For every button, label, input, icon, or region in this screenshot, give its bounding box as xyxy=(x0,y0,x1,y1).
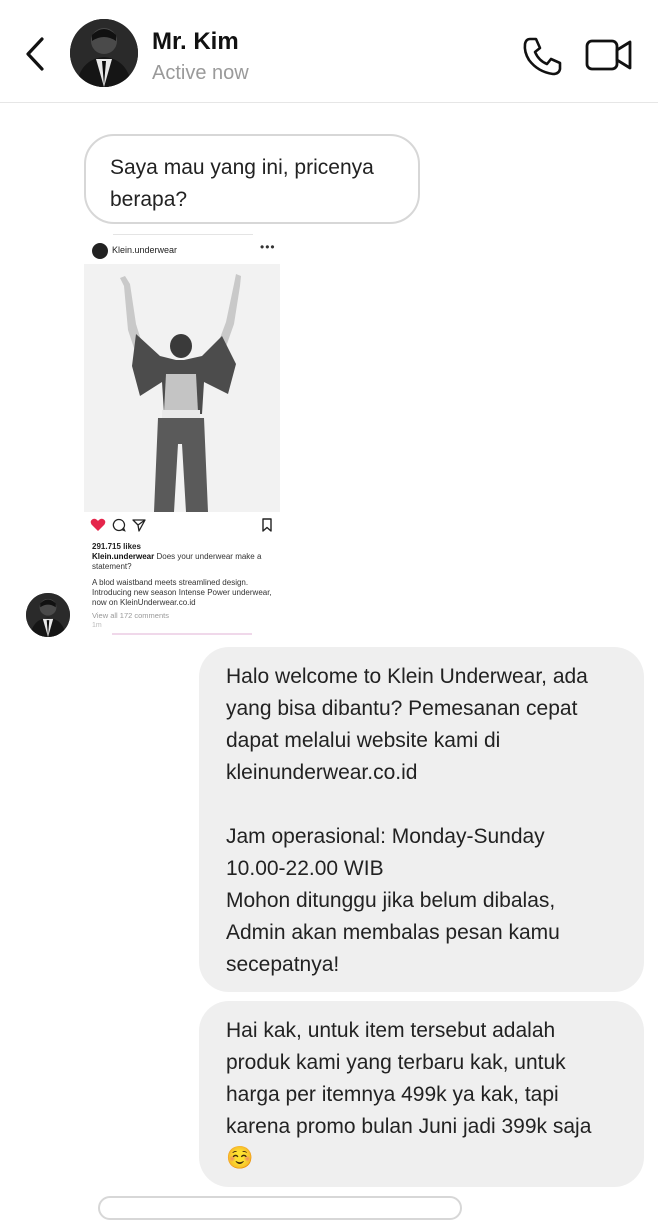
avatar-image xyxy=(26,593,70,637)
send-icon[interactable] xyxy=(132,518,146,532)
description-line: Introducing new season Intense Power und… xyxy=(92,588,272,597)
message-line: harga per itemnya 499k ya kak, tapi xyxy=(226,1083,559,1106)
message-line: dapat melalui website kami di xyxy=(226,729,501,752)
view-comments-link[interactable]: View all 172 comments xyxy=(92,611,169,620)
message-line: Mohon ditunggu jika belum dibalas, xyxy=(226,889,556,912)
outgoing-message-bubble[interactable]: Halo welcome to Klein Underwear, ada yan… xyxy=(199,647,644,992)
post-caption: Klein.underwear Does your underwear make… xyxy=(92,552,272,572)
phone-icon xyxy=(523,37,562,76)
divider xyxy=(112,633,252,635)
message-line: berapa? xyxy=(110,188,188,211)
outgoing-message-bubble[interactable]: Hai kak, untuk item tersebut adalah prod… xyxy=(199,1001,644,1187)
post-author-avatar[interactable] xyxy=(92,243,108,259)
message-line: karena promo bulan Juni jadi 399k saja xyxy=(226,1115,592,1138)
bookmark-icon[interactable] xyxy=(261,518,273,532)
post-timestamp: 1m xyxy=(92,622,102,629)
post-actions xyxy=(90,518,276,534)
message-line: secepatnya! xyxy=(226,953,340,976)
avatar-image xyxy=(70,19,138,87)
description-line: A blod waistband meets streamlined desig… xyxy=(92,578,249,587)
message-line: Halo welcome to Klein Underwear, ada xyxy=(226,665,588,688)
more-options-icon[interactable]: ••• xyxy=(260,240,276,254)
description-line: now on KleinUnderwear.co.id xyxy=(92,598,196,607)
caption-username[interactable]: Klein.underwear xyxy=(92,552,154,561)
shared-post-card[interactable]: Klein.underwear ••• 291.715 likes Klein.… xyxy=(84,234,280,636)
post-username[interactable]: Klein.underwear xyxy=(112,245,177,255)
comment-icon[interactable] xyxy=(112,518,126,532)
incoming-message-bubble[interactable]: Saya mau yang ini, pricenya berapa? xyxy=(84,134,420,224)
message-line: Saya mau yang ini, pricenya xyxy=(110,156,374,179)
active-status: Active now xyxy=(152,62,249,84)
chevron-left-icon xyxy=(26,37,44,71)
chat-header: Mr. Kim Active now xyxy=(0,0,658,103)
sender-avatar[interactable] xyxy=(26,593,70,637)
back-button[interactable] xyxy=(20,36,50,72)
contact-name[interactable]: Mr. Kim xyxy=(152,28,239,56)
post-image xyxy=(84,264,280,512)
message-line: kleinunderwear.co.id xyxy=(226,761,418,784)
message-line: Jam operasional: Monday-Sunday xyxy=(226,825,545,848)
video-call-button[interactable] xyxy=(584,36,634,74)
message-line: Admin akan membalas pesan kamu xyxy=(226,921,560,944)
voice-call-button[interactable] xyxy=(520,34,564,78)
contact-avatar[interactable] xyxy=(70,19,138,87)
message-line: produk kami yang terbaru kak, untuk xyxy=(226,1051,566,1074)
heart-icon[interactable] xyxy=(90,518,106,532)
post-photo[interactable] xyxy=(84,264,280,512)
like-count[interactable]: 291.715 likes xyxy=(92,542,141,551)
smiling-face-emoji: ☺️ xyxy=(226,1146,254,1171)
message-line: yang bisa dibantu? Pemesanan cepat xyxy=(226,697,578,720)
video-camera-icon xyxy=(585,39,632,71)
divider xyxy=(113,234,253,235)
post-description: A blod waistband meets streamlined desig… xyxy=(92,578,272,608)
message-line: Hai kak, untuk item tersebut adalah xyxy=(226,1019,556,1042)
message-line: 10.00-22.00 WIB xyxy=(226,857,384,880)
